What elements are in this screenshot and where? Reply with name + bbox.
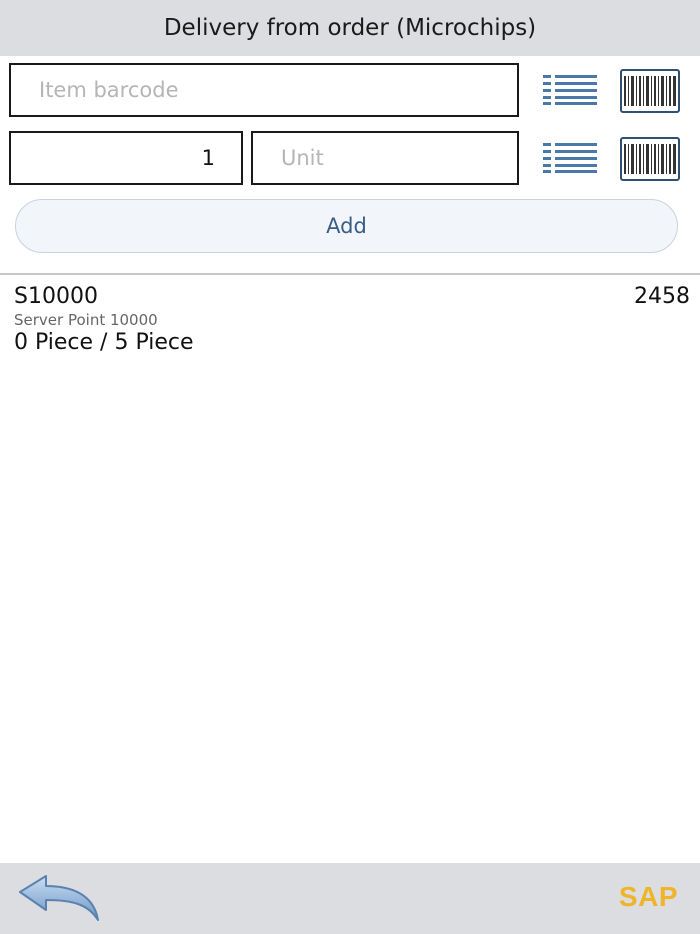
divider	[0, 273, 700, 275]
back-button[interactable]	[14, 871, 104, 927]
item-code: S10000	[14, 284, 98, 309]
quantity-input[interactable]	[9, 131, 243, 185]
unit-scan-button[interactable]	[620, 134, 680, 184]
item-progress: 0 Piece / 5 Piece	[14, 330, 194, 355]
barcode-scan-icon	[620, 69, 680, 113]
footer-bar: SAP	[0, 863, 700, 934]
add-button-label: Add	[326, 214, 367, 238]
barcode-list-button[interactable]	[540, 65, 600, 115]
item-description: Server Point 10000	[14, 311, 158, 329]
list-item[interactable]: S10000 2458 Server Point 10000 0 Piece /…	[0, 276, 700, 366]
item-barcode-input[interactable]	[9, 63, 519, 117]
unit-list-button[interactable]	[540, 133, 600, 183]
list-icon	[543, 143, 597, 173]
unit-input[interactable]	[251, 131, 519, 185]
header-bar: Delivery from order (Microchips)	[0, 0, 700, 56]
item-quantity: 2458	[634, 284, 690, 309]
screen: Delivery from order (Microchips) Item ba…	[0, 0, 700, 934]
list-icon	[543, 75, 597, 105]
barcode-scan-button[interactable]	[620, 66, 680, 116]
page-title: Delivery from order (Microchips)	[163, 15, 537, 41]
back-arrow-icon	[19, 874, 99, 921]
add-button[interactable]: Add	[15, 199, 678, 253]
barcode-scan-icon	[620, 137, 680, 181]
brand-logo: SAP	[618, 881, 678, 912]
